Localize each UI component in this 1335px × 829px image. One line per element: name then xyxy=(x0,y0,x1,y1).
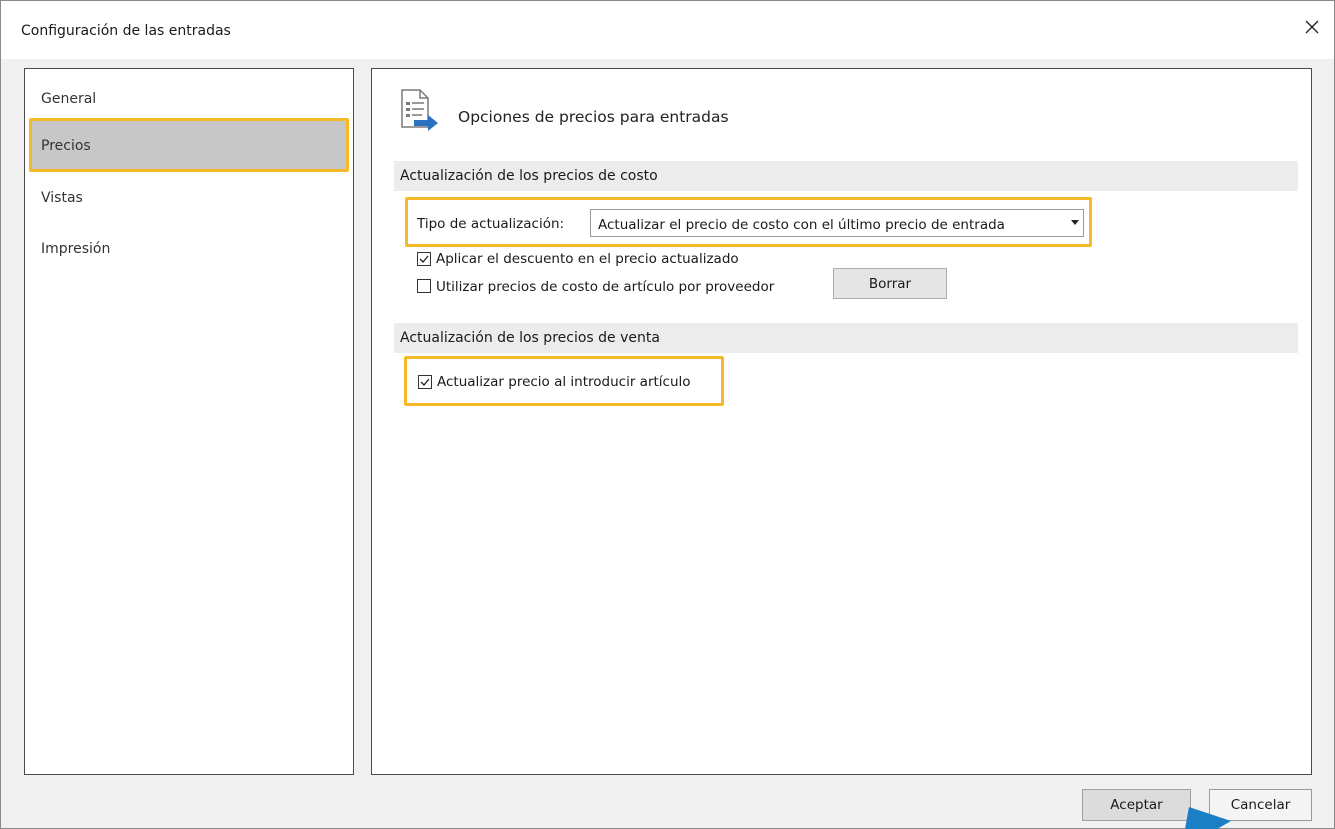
highlight-box-precios xyxy=(29,118,349,172)
sidebar-item-general[interactable]: General xyxy=(41,91,96,107)
sidebar: General Precios Vistas Impresión xyxy=(24,68,354,775)
clear-button[interactable]: Borrar xyxy=(833,268,947,299)
settings-dialog: Configuración de las entradas General Pr… xyxy=(0,0,1335,829)
document-arrow-icon xyxy=(401,89,438,131)
apply-discount-label[interactable]: Aplicar el descuento en el precio actual… xyxy=(436,251,739,267)
mouse-pointer-icon xyxy=(1185,807,1231,829)
update-type-value: Actualizar el precio de costo con el últ… xyxy=(598,217,1005,233)
clear-button-label: Borrar xyxy=(868,275,912,292)
supplier-prices-checkbox[interactable] xyxy=(417,279,431,293)
page-title: Opciones de precios para entradas xyxy=(458,108,729,126)
close-icon xyxy=(1305,20,1319,34)
supplier-prices-label[interactable]: Utilizar precios de costo de artículo po… xyxy=(436,279,774,295)
checkmark-icon xyxy=(419,255,429,263)
section-header-sale: Actualización de los precios de venta xyxy=(394,323,1298,353)
close-button[interactable] xyxy=(1300,15,1324,39)
window-title: Configuración de las entradas xyxy=(21,23,231,39)
title-bar: Configuración de las entradas xyxy=(1,1,1334,59)
sidebar-item-impresion[interactable]: Impresión xyxy=(41,241,110,257)
section-header-label: Actualización de los precios de costo xyxy=(400,168,658,184)
update-type-select[interactable]: Actualizar el precio de costo con el últ… xyxy=(590,209,1084,237)
update-on-item-label[interactable]: Actualizar precio al introducir artículo xyxy=(437,374,691,390)
accept-button-label: Aceptar xyxy=(1110,797,1163,813)
accept-button[interactable]: Aceptar xyxy=(1082,789,1191,821)
content-panel: Opciones de precios para entradas Actual… xyxy=(371,68,1312,775)
section-header-cost: Actualización de los precios de costo xyxy=(394,161,1298,191)
update-type-label: Tipo de actualización: xyxy=(417,216,565,232)
chevron-down-icon xyxy=(1071,220,1079,225)
section-header-label: Actualización de los precios de venta xyxy=(400,330,660,346)
update-on-item-checkbox[interactable] xyxy=(418,375,432,389)
sidebar-item-vistas[interactable]: Vistas xyxy=(41,190,83,206)
apply-discount-checkbox[interactable] xyxy=(417,252,431,266)
checkmark-icon xyxy=(420,378,430,386)
